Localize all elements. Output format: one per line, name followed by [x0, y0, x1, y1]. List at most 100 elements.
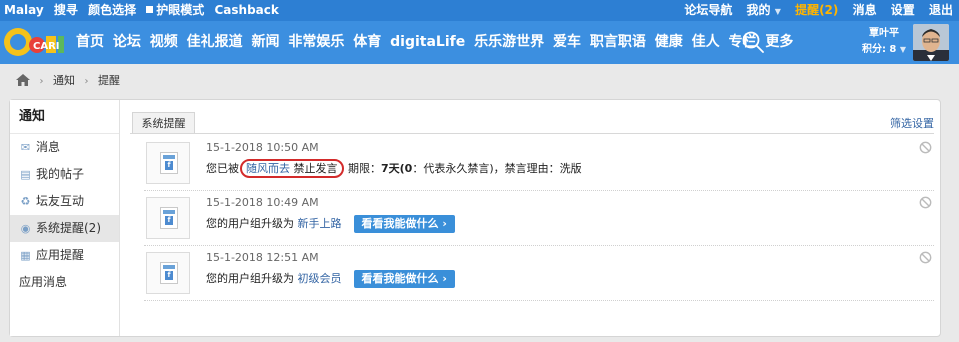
recycle-icon: ♻: [20, 195, 31, 208]
notice-text: 您的用户组升级为 初级会员 看看我能做什么 ›: [206, 269, 455, 289]
nav-items: 首页 论坛 视频 佳礼报道 新闻 非常娱乐 体育 digitaLife 乐乐游世…: [76, 21, 797, 64]
nav-item-digitalife[interactable]: digitaLife: [390, 21, 465, 64]
nav-item-forum[interactable]: 论坛: [113, 21, 141, 64]
notice-prefix: 您的用户组升级为: [206, 217, 294, 230]
notice-prefix: 您的用户组升级为: [206, 272, 294, 285]
list-item: f 15-1-2018 10:50 AM 您已被 随风而去 禁止发言 期限：7天(…: [144, 136, 934, 191]
notice-time: 15-1-2018 12:51 AM: [206, 251, 319, 264]
what-can-i-do-button[interactable]: 看看我能做什么 ›: [353, 270, 455, 288]
ban-action: 禁止发言: [293, 162, 338, 175]
breadcrumb-notice[interactable]: 通知: [53, 74, 75, 87]
sidebar-item-label: 坛友互动: [36, 194, 85, 208]
mine-menu[interactable]: 我的 ▼: [747, 0, 781, 22]
topbar-malay[interactable]: Malay: [4, 0, 44, 21]
top-bar-left: Malay 搜寻 颜色选择 护眼模式 Cashback: [0, 0, 279, 21]
delete-icon[interactable]: [919, 196, 932, 209]
nav-item-entertainment[interactable]: 非常娱乐: [288, 21, 344, 64]
home-icon[interactable]: [16, 74, 30, 86]
topbar-color-select[interactable]: 颜色选择: [88, 0, 136, 21]
grid-icon: ▦: [20, 249, 31, 262]
logo-text: CARI: [33, 41, 60, 52]
tab-system-alerts[interactable]: 系统提醒: [132, 112, 195, 134]
cari-logo[interactable]: CARI: [2, 23, 68, 61]
topbar-eye-care[interactable]: 护眼模式: [146, 0, 204, 21]
nav-item-beauty[interactable]: 佳人: [692, 21, 720, 64]
nav-item-travel[interactable]: 乐乐游世界: [474, 21, 544, 64]
square-icon: [146, 6, 154, 13]
nav-item-sports[interactable]: 体育: [353, 21, 381, 64]
alerts-label: 提醒(2): [795, 3, 839, 17]
list-item: f 15-1-2018 10:49 AM 您的用户组升级为 新手上路 看看我能做什…: [144, 191, 934, 246]
nav-item-cari-report[interactable]: 佳礼报道: [187, 21, 243, 64]
user-points: 积分: 8 ▼: [858, 42, 910, 58]
forum-nav-link[interactable]: 论坛导航: [684, 0, 732, 21]
nav-item-more[interactable]: 更多: [765, 21, 793, 64]
eye-care-label: 护眼模式: [156, 3, 205, 17]
nav-item-health[interactable]: 健康: [655, 21, 683, 64]
nav-item-video[interactable]: 视频: [150, 21, 178, 64]
nav-item-news[interactable]: 新闻: [252, 21, 280, 64]
sidebar-item-app-messages[interactable]: 应用消息: [10, 269, 119, 296]
topbar-cashback[interactable]: Cashback: [215, 0, 279, 21]
nav-item-cars[interactable]: 爱车: [553, 21, 581, 64]
what-can-i-do-button[interactable]: 看看我能做什么 ›: [353, 215, 455, 233]
system-icon: ◉: [20, 222, 31, 235]
notice-time: 15-1-2018 10:49 AM: [206, 196, 319, 209]
alerts-menu[interactable]: 提醒(2): [795, 0, 838, 21]
term-value: 7天(0: [381, 162, 413, 175]
group-link[interactable]: 初级会员: [298, 272, 342, 285]
top-bar-right: 论坛导航 我的 ▼ 提醒(2) 消息 设置 退出: [674, 0, 953, 21]
top-bar: Malay 搜寻 颜色选择 护眼模式 Cashback 论坛导航 我的 ▼ 提醒…: [0, 0, 959, 21]
breadcrumb-separator: ›: [84, 76, 89, 87]
nav-item-home[interactable]: 首页: [76, 21, 104, 64]
points-label: 积分: 8: [861, 44, 897, 55]
breadcrumb: › 通知 › 提醒: [16, 72, 120, 90]
system-notice-icon: f: [146, 252, 190, 294]
breadcrumb-alerts[interactable]: 提醒: [98, 74, 120, 87]
list-item: f 15-1-2018 12:51 AM 您的用户组升级为 初级会员 看看我能做什…: [144, 246, 934, 301]
settings-link[interactable]: 设置: [891, 0, 915, 21]
sidebar-item-label: 我的帖子: [36, 167, 85, 181]
sidebar-item-system-alerts[interactable]: ◉ 系统提醒(2): [10, 215, 119, 242]
system-notice-icon: f: [146, 197, 190, 239]
search-icon[interactable]: [741, 30, 765, 54]
highlight-oval: 随风而去 禁止发言: [240, 159, 344, 178]
mine-label: 我的: [746, 3, 771, 17]
ban-reason: ：代表永久禁言)，禁言理由：洗版: [412, 162, 582, 175]
notification-panel: 通知 ✉ 消息 ▤ 我的帖子 ♻ 坛友互动 ◉ 系统提醒(2) ▦ 应用提醒 应用消息 系…: [9, 99, 941, 337]
sidebar-item-my-posts[interactable]: ▤ 我的帖子: [10, 161, 119, 188]
logout-link[interactable]: 退出: [929, 0, 953, 21]
envelope-icon: ✉: [20, 141, 31, 154]
sidebar-item-label: 系统提醒(2): [36, 221, 101, 235]
filter-settings-link[interactable]: 筛选设置: [890, 115, 934, 131]
sidebar-item-app-alerts[interactable]: ▦ 应用提醒: [10, 242, 119, 269]
caret-down-icon: ▼: [899, 45, 907, 54]
main-nav: CARI 首页 论坛 视频 佳礼报道 新闻 非常娱乐 体育 digitaLife…: [0, 21, 959, 64]
delete-icon[interactable]: [919, 251, 932, 264]
user-link[interactable]: 随风而去: [246, 162, 290, 175]
notice-text: 您的用户组升级为 新手上路 看看我能做什么 ›: [206, 214, 455, 234]
document-icon: ▤: [20, 168, 31, 181]
messages-link[interactable]: 消息: [853, 0, 877, 21]
sidebar-item-label: 应用消息: [19, 275, 68, 289]
sidebar-title: 通知: [10, 100, 119, 134]
notice-prefix: 您已被: [206, 162, 239, 175]
topbar-search[interactable]: 搜寻: [54, 0, 78, 21]
delete-icon[interactable]: [919, 141, 932, 154]
sidebar-item-label: 应用提醒: [36, 248, 85, 262]
system-notice-icon: f: [146, 142, 190, 184]
username: 覃叶平: [869, 28, 899, 39]
notice-text: 您已被 随风而去 禁止发言 期限：7天(0：代表永久禁言)，禁言理由：洗版: [206, 159, 582, 179]
sidebar-item-messages[interactable]: ✉ 消息: [10, 134, 119, 161]
group-link[interactable]: 新手上路: [298, 217, 342, 230]
sidebar-item-interaction[interactable]: ♻ 坛友互动: [10, 188, 119, 215]
sidebar: 通知 ✉ 消息 ▤ 我的帖子 ♻ 坛友互动 ◉ 系统提醒(2) ▦ 应用提醒 应用消息: [10, 100, 120, 336]
nav-item-career[interactable]: 职言职语: [590, 21, 646, 64]
avatar[interactable]: [913, 24, 949, 61]
breadcrumb-separator: ›: [39, 76, 44, 87]
term-label: 期限：: [348, 162, 381, 175]
caret-down-icon: ▼: [774, 7, 781, 16]
user-info[interactable]: 覃叶平 积分: 8 ▼: [858, 26, 910, 58]
tab-divider: [130, 133, 934, 134]
notice-content: 系统提醒 筛选设置 f 15-1-2018 10:50 AM 您已被 随风而去 禁…: [120, 100, 940, 336]
